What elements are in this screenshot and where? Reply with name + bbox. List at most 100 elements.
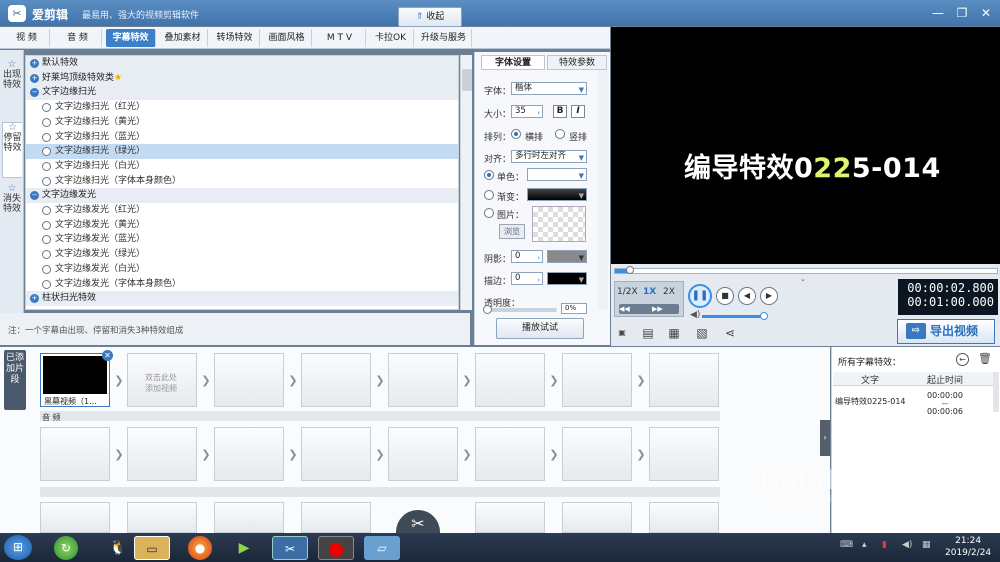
list-item[interactable]: 文字边缘扫光（白光） bbox=[26, 159, 458, 174]
tab-appear-effects[interactable]: ☆ 出现特效 bbox=[2, 60, 22, 116]
empty-clip-slot[interactable] bbox=[649, 427, 719, 481]
gradient-picker[interactable]: ▼ bbox=[527, 188, 587, 201]
empty-clip-slot[interactable] bbox=[127, 427, 197, 481]
stop-button[interactable]: ■ bbox=[716, 287, 734, 305]
list-item[interactable]: 文字边缘扫光（红光） bbox=[26, 100, 458, 115]
shadow-input[interactable]: 0 › bbox=[511, 250, 543, 263]
keyboard-icon[interactable]: ⌨ bbox=[840, 540, 853, 550]
radio-button[interactable] bbox=[42, 235, 51, 245]
tab-transitions[interactable]: 转场特效 bbox=[210, 29, 260, 47]
tab-stay-effects[interactable]: ☆ 停留特效 bbox=[2, 122, 22, 178]
subtitle-list-scrollbar[interactable] bbox=[993, 372, 999, 412]
trash-icon[interactable]: 🗑 bbox=[978, 352, 992, 365]
seek-bar-handle[interactable] bbox=[626, 266, 634, 274]
radio-button[interactable] bbox=[42, 264, 51, 274]
list-category[interactable]: + 默认特效 bbox=[26, 56, 458, 71]
shadow-color-picker[interactable]: ▼ bbox=[547, 250, 587, 263]
collapse-button[interactable]: ⇑ 收起 bbox=[398, 7, 462, 27]
tab-karaoke[interactable]: 卡拉OK bbox=[368, 29, 414, 47]
image-radio[interactable] bbox=[484, 208, 494, 218]
stroke-color-picker[interactable]: ▼ bbox=[547, 272, 587, 285]
tab-effect-params[interactable]: 特效参数 bbox=[547, 55, 607, 70]
radio-button[interactable] bbox=[42, 206, 51, 215]
list-category[interactable]: − 文字边缘扫光 bbox=[26, 85, 458, 101]
image-preview[interactable] bbox=[532, 206, 586, 242]
tab-video[interactable]: 视 频 bbox=[4, 29, 50, 47]
clip-black-video[interactable]: 黑幕视频（1... bbox=[40, 353, 110, 407]
empty-clip-slot[interactable] bbox=[388, 353, 458, 407]
volume-slider[interactable] bbox=[702, 315, 766, 318]
opacity-slider[interactable] bbox=[485, 308, 557, 312]
speed-1x[interactable]: 1X bbox=[643, 287, 656, 297]
list-category[interactable]: − 文字边缘发光 bbox=[26, 188, 458, 203]
radio-button[interactable] bbox=[42, 103, 51, 113]
list-item-selected[interactable]: 文字边缘扫光（绿光） bbox=[26, 144, 458, 159]
firefox-icon[interactable]: ● bbox=[188, 536, 212, 560]
speed-half[interactable]: 1/2X bbox=[617, 287, 638, 297]
iqiyi-icon[interactable]: ▶ bbox=[226, 536, 262, 560]
preview-play-button[interactable]: 播放试试 bbox=[496, 318, 584, 339]
pause-button[interactable]: ❚❚ bbox=[688, 284, 712, 308]
share-icon[interactable]: ⋖ bbox=[723, 326, 737, 340]
tab-overlay[interactable]: 叠加素材 bbox=[158, 29, 208, 47]
font-panel-scrollbar[interactable] bbox=[598, 70, 608, 310]
subtitle-row-time[interactable]: 00:00:00 -- 00:00:06 bbox=[927, 390, 963, 417]
new-project-icon[interactable]: ▣ bbox=[615, 326, 629, 340]
empty-clip-slot[interactable] bbox=[649, 353, 719, 407]
record-icon[interactable] bbox=[318, 536, 354, 560]
qq-icon[interactable]: 🐧 bbox=[100, 536, 136, 560]
align-select[interactable]: 多行时左对齐 ▼ bbox=[511, 150, 587, 163]
rewind-forward-bar[interactable]: ◀◀ ▶▶ bbox=[619, 304, 679, 314]
radio-button[interactable] bbox=[42, 220, 51, 230]
app-360-icon[interactable]: ↻ bbox=[54, 536, 78, 560]
empty-clip-slot[interactable] bbox=[562, 427, 632, 481]
font-select[interactable]: 楷体 ▼ bbox=[511, 82, 587, 95]
tab-font-settings[interactable]: 字体设置 bbox=[481, 55, 545, 70]
empty-clip-slot[interactable] bbox=[301, 353, 371, 407]
bold-button[interactable]: B bbox=[553, 105, 567, 118]
file-explorer-icon[interactable]: ▭ bbox=[134, 536, 170, 560]
chevron-right-icon[interactable]: › bbox=[820, 420, 830, 456]
minimize-icon[interactable]: — bbox=[928, 4, 948, 22]
stroke-input[interactable]: 0 › bbox=[511, 272, 543, 285]
tab-audio[interactable]: 音 频 bbox=[54, 29, 102, 47]
empty-clip-slot[interactable] bbox=[475, 427, 545, 481]
save-as-icon[interactable]: ▧ bbox=[695, 326, 709, 340]
empty-clip-slot[interactable] bbox=[649, 502, 719, 533]
restore-icon[interactable]: ❐ bbox=[952, 4, 972, 22]
empty-clip-slot[interactable] bbox=[475, 353, 545, 407]
speed-2x[interactable]: 2X bbox=[663, 287, 675, 297]
save-icon[interactable]: ▦ bbox=[667, 326, 681, 340]
list-item[interactable]: 文字边缘发光（白光） bbox=[26, 262, 458, 277]
empty-clip-slot[interactable] bbox=[475, 502, 545, 533]
list-category[interactable]: + 好莱坞顶级特效类★ bbox=[26, 70, 458, 86]
network-icon[interactable]: ▦ bbox=[922, 540, 931, 550]
empty-clip-slot[interactable] bbox=[214, 502, 284, 533]
opacity-slider-handle[interactable] bbox=[483, 305, 492, 314]
clock[interactable]: 21:24 2019/2/24 bbox=[945, 535, 991, 559]
empty-clip-slot[interactable] bbox=[40, 427, 110, 481]
tab-upgrade[interactable]: 升级与服务 bbox=[416, 29, 472, 47]
opacity-value[interactable]: 0% bbox=[561, 303, 587, 314]
tray-expand-icon[interactable]: ▴ bbox=[862, 540, 867, 550]
tab-subtitle-effects[interactable]: 字幕特效 bbox=[106, 29, 156, 47]
empty-clip-slot[interactable] bbox=[562, 353, 632, 407]
empty-clip-slot[interactable] bbox=[301, 427, 371, 481]
volume-handle[interactable] bbox=[760, 312, 768, 320]
radio-button[interactable] bbox=[42, 176, 51, 186]
tab-filters[interactable]: 画面风格 bbox=[262, 29, 312, 47]
tab-mtv[interactable]: M T V bbox=[314, 29, 366, 47]
volume-icon[interactable]: ◀) bbox=[690, 310, 700, 320]
radio-button[interactable] bbox=[42, 279, 51, 289]
solid-color-picker[interactable]: ▼ bbox=[527, 168, 587, 181]
empty-clip-slot[interactable] bbox=[301, 502, 371, 533]
empty-clip-slot[interactable] bbox=[388, 427, 458, 481]
notes-icon[interactable]: ▱ bbox=[364, 536, 400, 560]
subtitle-row-text[interactable]: 编导特效0225-014 bbox=[835, 396, 906, 407]
gradient-radio[interactable] bbox=[484, 190, 494, 200]
aijianji-taskbar-icon[interactable]: ✂ bbox=[272, 536, 308, 560]
radio-button[interactable] bbox=[42, 161, 51, 171]
close-icon[interactable]: ✕ bbox=[102, 350, 113, 361]
back-icon[interactable]: ← bbox=[956, 353, 969, 366]
empty-clip-slot[interactable] bbox=[562, 502, 632, 533]
